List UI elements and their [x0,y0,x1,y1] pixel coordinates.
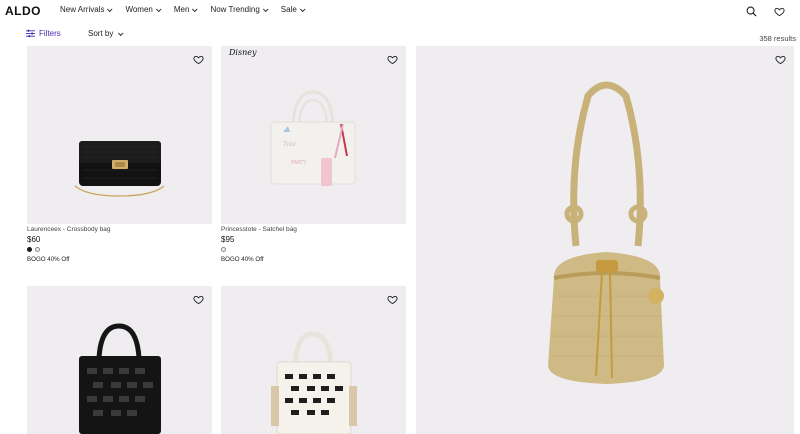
wishlist-heart-icon[interactable] [193,292,205,305]
bucket-bag-illustration [548,81,664,384]
product-card[interactable]: Laurenceex - Crossbody bag $60 BOGO 40% … [27,46,212,266]
wishlist-heart-icon[interactable] [193,52,205,65]
sort-label: Sort by [88,29,114,38]
product-card[interactable]: Tote PARTY Disney Princesstote - Satchel… [221,46,406,266]
product-card[interactable] [221,286,406,434]
chevron-down-icon [299,5,306,12]
filter-bar: Filters Sort by 358 results [0,22,800,46]
wishlist-heart-icon[interactable] [775,52,787,65]
sort-by-dropdown[interactable]: Sort by [88,29,124,38]
svg-text:PARTY: PARTY [291,160,307,166]
product-image[interactable] [27,286,212,434]
nav-label: Now Trending [210,5,260,14]
wishlist-icon[interactable] [772,4,786,18]
nav-women[interactable]: Women [125,5,162,14]
color-swatches [27,247,40,252]
nav-label: Men [173,5,190,14]
svg-text:Tote: Tote [283,141,297,148]
disney-badge: Disney [229,48,257,57]
chevron-down-icon [118,29,124,36]
chevron-down-icon [155,5,162,12]
product-image[interactable] [27,46,212,224]
featured-product-card[interactable] [416,46,794,434]
results-count: 358 results [759,34,796,43]
swatch-white[interactable] [221,247,226,252]
nav-sale[interactable]: Sale [280,5,306,14]
nav-men[interactable]: Men [173,5,198,14]
nav-label: Sale [280,5,297,14]
crossbody-bag-illustration [74,141,165,197]
product-price: $95 [221,235,235,244]
product-image[interactable] [221,286,406,434]
promo-text: BOGO 40% Off [221,256,264,263]
wishlist-heart-icon[interactable] [387,292,399,305]
product-price: $60 [27,235,41,244]
nav-now-trending[interactable]: Now Trending [210,5,269,14]
satchel-bag-illustration: Tote PARTY [270,90,356,186]
product-name[interactable]: Laurenceex - Crossbody bag [27,226,110,233]
black-tote-illustration [79,323,161,434]
filters-label: Filters [39,29,61,38]
product-name[interactable]: Princesstote - Satchel bag [221,226,297,233]
nav-new-arrivals[interactable]: New Arrivals [60,5,113,14]
color-swatches [221,247,226,252]
swatch-black[interactable] [27,247,32,252]
featured-product-image[interactable] [416,46,794,434]
wishlist-heart-icon[interactable] [387,52,399,65]
filter-sliders-icon [26,29,35,38]
main-menu: New Arrivals Women Men Now Trending Sale [60,5,318,14]
filters-button[interactable]: Filters [26,29,61,38]
promo-text: BOGO 40% Off [27,256,70,263]
nav-label: Women [125,5,153,14]
product-image[interactable]: Tote PARTY Disney [221,46,406,224]
header-actions [744,4,786,18]
search-icon[interactable] [744,4,758,18]
chevron-down-icon [107,5,113,12]
white-tote-illustration [271,331,357,434]
chevron-down-icon [262,5,269,12]
chevron-down-icon [192,5,198,12]
nav-label: New Arrivals [60,5,105,14]
top-navigation: ALDO New Arrivals Women Men Now Trending… [0,0,800,22]
brand-logo[interactable]: ALDO [5,4,41,18]
swatch-white[interactable] [35,247,40,252]
product-card[interactable] [27,286,212,434]
